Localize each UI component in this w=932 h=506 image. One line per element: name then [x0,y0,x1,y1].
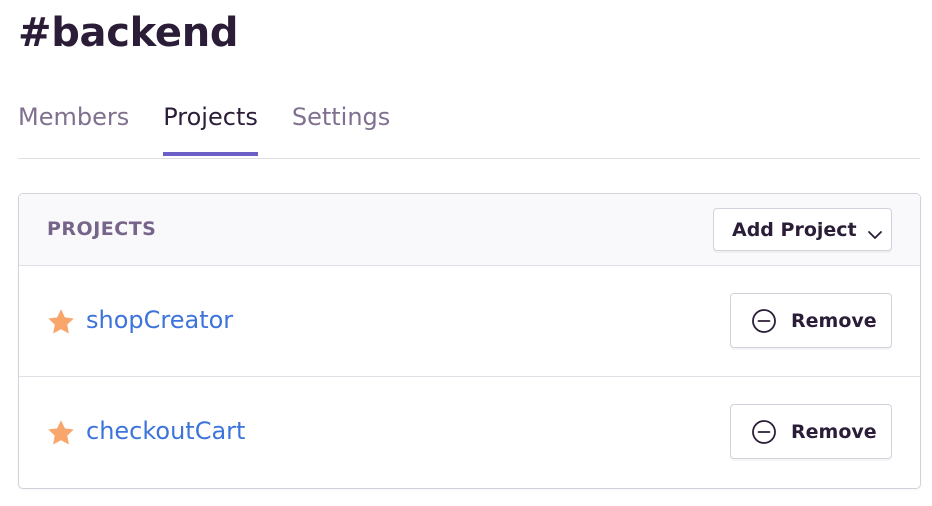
projects-panel: PROJECTS Add Project shopCreator Remove … [18,193,921,489]
tab-projects[interactable]: Projects [163,100,258,156]
list-item: shopCreator Remove [19,266,920,377]
star-icon[interactable] [46,418,76,448]
project-link[interactable]: checkoutCart [86,417,245,445]
tab-bar: Members Projects Settings [18,100,920,159]
star-icon[interactable] [46,307,76,337]
remove-button[interactable]: Remove [730,293,892,348]
project-link[interactable]: shopCreator [86,306,233,334]
panel-header: PROJECTS Add Project [19,194,920,266]
page-title: #backend [18,10,239,56]
remove-label: Remove [791,420,877,443]
tab-members[interactable]: Members [18,100,129,155]
remove-label: Remove [791,309,877,332]
add-project-button[interactable]: Add Project [713,208,892,251]
minus-circle-icon [751,419,777,445]
add-project-label: Add Project [732,218,857,241]
panel-header-label: PROJECTS [47,218,157,240]
team-projects-page: #backend Members Projects Settings PROJE… [0,0,932,506]
remove-button[interactable]: Remove [730,404,892,459]
list-item: checkoutCart Remove [19,377,920,488]
tab-settings[interactable]: Settings [292,100,390,155]
chevron-down-icon [867,225,883,239]
minus-circle-icon [751,308,777,334]
